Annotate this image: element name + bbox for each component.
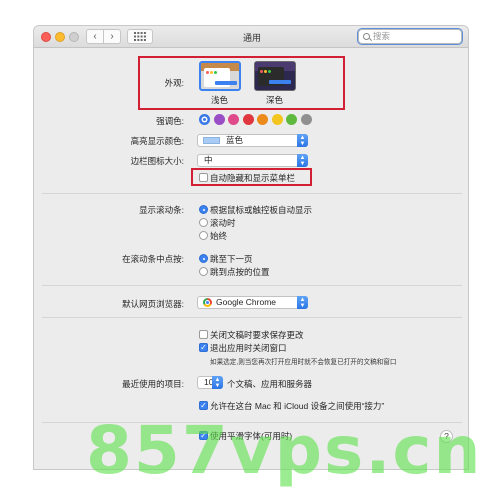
- sidebar-icon-size-label: 边栏图标大小:: [130, 156, 184, 166]
- scroll-click-label: 在滚动条中点按:: [122, 254, 184, 264]
- close-windows-note: 如果选定,则当您再次打开应用时就不会恢复已打开的文稿和窗口: [210, 359, 397, 366]
- accent-swatch[interactable]: [271, 114, 283, 125]
- preview-dot: [264, 70, 267, 73]
- title-bar: ‹ › 通用 搜索: [34, 26, 468, 48]
- search-icon: [363, 33, 370, 40]
- scrollbars-auto-radio[interactable]: [199, 205, 208, 214]
- ask-keep-changes-label: 关闭文稿时要求保存更改: [210, 330, 304, 340]
- handoff-checkbox[interactable]: ✓: [199, 401, 208, 410]
- highlight-color-popup[interactable]: 蓝色 ▲ ▼: [197, 134, 308, 147]
- separator: [42, 193, 462, 194]
- separator: [42, 317, 462, 318]
- accent-swatch[interactable]: [213, 114, 225, 125]
- preview-dot: [210, 71, 213, 74]
- chevron-updown-icon: ▲ ▼: [297, 154, 308, 167]
- preview-accent-bar: [269, 80, 291, 84]
- default-browser-label: 默认网页浏览器:: [122, 299, 184, 309]
- chevron-updown-icon: ▲ ▼: [212, 376, 223, 389]
- separator: [42, 285, 462, 286]
- watermark-text: 857vps.cn: [86, 412, 483, 489]
- scrollbars-always-radio[interactable]: [199, 231, 208, 240]
- recent-items-popup[interactable]: 10 ▲ ▼: [197, 376, 223, 389]
- checkmark-icon: ✓: [200, 401, 207, 410]
- accent-color-label: 强调色:: [156, 116, 184, 126]
- accent-swatch[interactable]: [228, 114, 239, 125]
- close-windows-label: 退出应用时关闭窗口: [210, 343, 287, 353]
- scroll-next-page-radio[interactable]: [199, 254, 208, 263]
- theme-light-option[interactable]: [199, 61, 241, 91]
- accent-swatch[interactable]: [242, 114, 254, 125]
- search-input[interactable]: 搜索: [357, 28, 463, 45]
- theme-light-label: 浅色: [211, 95, 229, 105]
- chevron-updown-icon: ▲ ▼: [297, 134, 308, 147]
- preview-dot: [206, 71, 209, 74]
- scrollbars-scrolling-radio[interactable]: [199, 218, 208, 227]
- preview-dot: [268, 70, 271, 73]
- preferences-window: ‹ › 通用 搜索 外观: 浅色 深色 强调色: 高亮显示颜色: 蓝色 ▲ ▼ …: [33, 25, 469, 470]
- scroll-to-spot-label: 跳到点按的位置: [210, 267, 270, 277]
- scroll-next-page-label: 跳至下一页: [210, 254, 253, 264]
- scrollbars-auto-label: 根据鼠标或触控板自动显示: [210, 205, 313, 215]
- scrollbars-scrolling-label: 滚动时: [210, 218, 236, 228]
- sidebar-icon-size-popup[interactable]: 中 ▲ ▼: [197, 154, 308, 167]
- autohide-menubar-label: 自动隐藏和显示菜单栏: [210, 173, 296, 183]
- handoff-label: 允许在这台 Mac 和 iCloud 设备之间使用“接力”: [210, 401, 385, 411]
- highlight-color-swatch: [203, 137, 220, 144]
- sidebar-icon-size-value: 中: [204, 155, 213, 165]
- scroll-to-spot-radio[interactable]: [199, 267, 208, 276]
- recent-items-suffix: 个文稿、应用和服务器: [227, 379, 313, 389]
- accent-swatch[interactable]: [300, 114, 312, 125]
- autohide-menubar-checkbox[interactable]: [199, 173, 208, 182]
- accent-swatch[interactable]: [286, 114, 297, 125]
- theme-dark-label: 深色: [266, 95, 284, 105]
- accent-swatch[interactable]: [199, 114, 210, 125]
- show-scrollbars-label: 显示滚动条:: [139, 205, 184, 215]
- chevron-updown-icon: ▲ ▼: [297, 296, 308, 309]
- close-windows-checkbox[interactable]: ✓: [199, 343, 208, 352]
- chrome-icon: [203, 298, 212, 307]
- search-placeholder: 搜索: [373, 31, 391, 41]
- theme-dark-option[interactable]: [254, 61, 296, 91]
- default-browser-popup[interactable]: Google Chrome ▲ ▼: [197, 296, 308, 309]
- default-browser-value: Google Chrome: [216, 297, 277, 307]
- scrollbars-always-label: 始终: [210, 231, 228, 241]
- preview-dot: [260, 70, 263, 73]
- highlight-color-label: 高亮显示颜色:: [130, 136, 184, 146]
- ask-keep-changes-checkbox[interactable]: [199, 330, 208, 339]
- accent-swatch[interactable]: [257, 114, 268, 125]
- checkmark-icon: ✓: [200, 343, 207, 352]
- appearance-label: 外观:: [164, 78, 184, 88]
- recent-items-label: 最近使用的项目:: [122, 379, 184, 389]
- preview-dot: [214, 71, 217, 74]
- preview-accent-bar: [215, 81, 237, 85]
